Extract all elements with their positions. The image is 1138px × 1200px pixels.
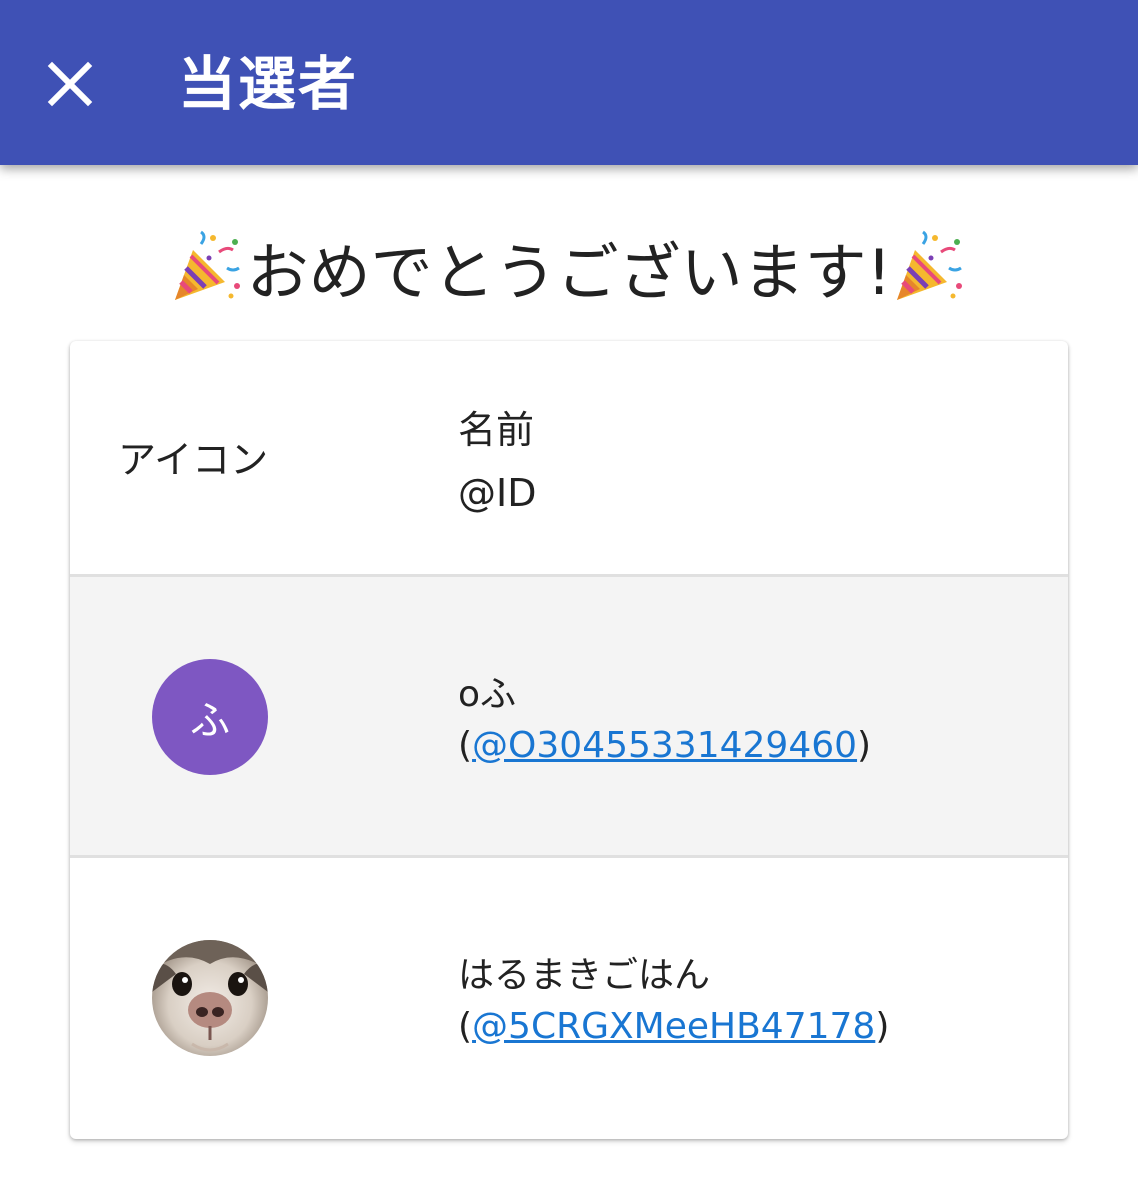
close-paren: ) bbox=[857, 725, 872, 766]
party-popper-icon bbox=[897, 230, 963, 300]
avatar: ふ bbox=[152, 659, 268, 775]
winner-name: はるまきごはん bbox=[458, 955, 711, 996]
avatar-letter: ふ bbox=[190, 698, 230, 744]
app-bar: 当選者 bbox=[0, 0, 1138, 165]
party-popper-icon bbox=[174, 230, 240, 300]
congrats-heading: おめでとうございます! bbox=[0, 222, 1138, 312]
close-paren: ) bbox=[875, 1006, 890, 1047]
winners-table: アイコン 名前 @ID ふ oふ (@O30455331429460) はるまき… bbox=[70, 341, 1068, 1139]
open-paren: ( bbox=[458, 725, 473, 766]
app-title: 当選者 bbox=[178, 50, 359, 118]
avatar bbox=[152, 940, 268, 1056]
congrats-text: おめでとうございます! bbox=[246, 236, 892, 309]
close-button[interactable] bbox=[30, 44, 110, 124]
column-header-id: @ID bbox=[458, 471, 537, 515]
winner-id: (@5CRGXMeeHB47178) bbox=[458, 1006, 889, 1047]
close-icon bbox=[47, 61, 93, 107]
table-row: ふ oふ (@O30455331429460) bbox=[70, 577, 1068, 858]
column-header-name: 名前 bbox=[458, 408, 535, 452]
cat-photo bbox=[152, 940, 268, 1056]
table-header: アイコン 名前 @ID bbox=[70, 341, 1068, 577]
winner-id: (@O30455331429460) bbox=[458, 725, 871, 766]
winner-name: oふ bbox=[458, 674, 517, 715]
winner-id-link[interactable]: @O30455331429460 bbox=[472, 725, 857, 766]
column-header-icon: アイコン bbox=[118, 438, 269, 482]
table-row: はるまきごはん (@5CRGXMeeHB47178) bbox=[70, 858, 1068, 1139]
open-paren: ( bbox=[458, 1006, 473, 1047]
winner-id-link[interactable]: @5CRGXMeeHB47178 bbox=[472, 1006, 875, 1047]
